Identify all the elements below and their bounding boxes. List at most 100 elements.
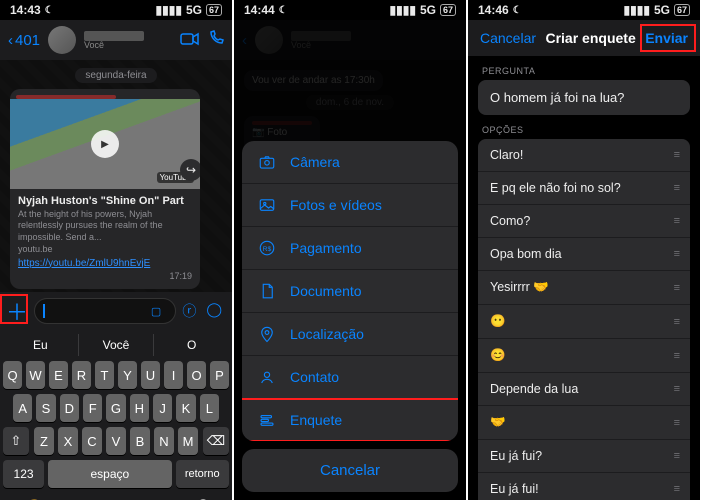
link-url[interactable]: https://youtu.be/ZmlU9hnEvjE	[18, 258, 192, 269]
drag-handle-icon[interactable]: ≡	[674, 215, 678, 227]
suggestion[interactable]: O	[154, 334, 229, 356]
numeric-key[interactable]: 123	[3, 460, 44, 488]
return-key[interactable]: retorno	[176, 460, 229, 488]
key-x[interactable]: X	[58, 427, 78, 455]
poll-option-row[interactable]: 🤝≡	[478, 406, 690, 440]
sheet-cancel-button[interactable]: Cancelar	[242, 449, 458, 492]
video-call-icon[interactable]	[180, 30, 200, 51]
suggestion[interactable]: Você	[79, 334, 155, 356]
battery-indicator: 67	[206, 4, 222, 16]
sheet-location[interactable]: Localização	[242, 313, 458, 356]
drag-handle-icon[interactable]: ≡	[674, 450, 678, 462]
cancel-button[interactable]: Cancelar	[480, 30, 536, 46]
send-button[interactable]: Enviar	[645, 30, 688, 46]
poll-option-row[interactable]: Yesirrrr 🤝≡	[478, 271, 690, 305]
video-thumbnail[interactable]: ▶ YouTube ↪	[10, 99, 200, 189]
avatar[interactable]	[48, 26, 76, 54]
drag-handle-icon[interactable]: ≡	[674, 248, 678, 260]
key-b[interactable]: B	[130, 427, 150, 455]
poll-option-row[interactable]: Depende da lua≡	[478, 373, 690, 406]
forward-icon[interactable]: ↪	[180, 159, 200, 181]
drag-handle-icon[interactable]: ≡	[674, 282, 678, 294]
chevron-left-icon: ‹	[8, 32, 13, 49]
key-n[interactable]: N	[154, 427, 174, 455]
drag-handle-icon[interactable]: ≡	[674, 383, 678, 395]
poll-option-row[interactable]: Claro!≡	[478, 139, 690, 172]
drag-handle-icon[interactable]: ≡	[674, 182, 678, 194]
key-u[interactable]: U	[141, 361, 160, 389]
message-text-input[interactable]: ▢	[34, 298, 176, 324]
ios-keyboard[interactable]: Eu Você O QWERTYUIOP ASDFGHJKL ⇧ ZXCVBNM…	[0, 330, 232, 500]
key-h[interactable]: H	[130, 394, 149, 422]
signal-bars-icon: ▮▮▮▮	[156, 3, 182, 17]
poll-option-text: 😊	[490, 348, 506, 363]
sheet-poll[interactable]: Enquete	[242, 399, 458, 441]
drag-handle-icon[interactable]: ≡	[674, 316, 678, 328]
key-l[interactable]: L	[200, 394, 219, 422]
key-z[interactable]: Z	[34, 427, 54, 455]
link-message-bubble[interactable]: ▶ YouTube ↪ Nyjah Huston's "Shine On" Pa…	[10, 89, 200, 289]
back-button[interactable]: ‹ 401	[8, 32, 40, 49]
sheet-camera[interactable]: Câmera	[242, 141, 458, 184]
key-q[interactable]: Q	[3, 361, 22, 389]
signal-bars-icon: ▮▮▮▮	[390, 3, 416, 17]
payment-rs-icon[interactable]: ⓡ	[182, 301, 196, 321]
key-g[interactable]: G	[106, 394, 125, 422]
key-e[interactable]: E	[49, 361, 68, 389]
poll-option-row[interactable]: Como? ≡	[478, 205, 690, 238]
drag-handle-icon[interactable]: ≡	[674, 350, 678, 362]
key-d[interactable]: D	[60, 394, 79, 422]
poll-question-input[interactable]: O homem já foi na lua?	[478, 80, 690, 115]
sticker-icon[interactable]: ▢	[151, 305, 161, 318]
key-r[interactable]: R	[72, 361, 91, 389]
poll-option-row[interactable]: 😊≡	[478, 339, 690, 373]
sheet-photos[interactable]: Fotos e vídeos	[242, 184, 458, 227]
voice-call-icon[interactable]	[208, 30, 224, 51]
poll-option-row[interactable]: Eu já fui!≡	[478, 473, 690, 500]
suggestion-row: Eu Você O	[3, 334, 229, 356]
suggestion[interactable]: Eu	[3, 334, 79, 356]
camera-icon[interactable]: ◯	[206, 301, 222, 321]
poll-option-row[interactable]: 😶≡	[478, 305, 690, 339]
key-k[interactable]: K	[176, 394, 195, 422]
poll-option-text: Opa bom dia	[490, 247, 562, 261]
drag-handle-icon[interactable]: ≡	[674, 483, 678, 495]
poll-option-text: Como?	[490, 214, 530, 228]
key-row-4: 123 espaço retorno	[3, 460, 229, 488]
key-y[interactable]: Y	[118, 361, 137, 389]
poll-option-row[interactable]: Eu já fui?≡	[478, 440, 690, 473]
sheet-contact[interactable]: Contato	[242, 356, 458, 399]
key-w[interactable]: W	[26, 361, 45, 389]
sheet-payment[interactable]: R$ Pagamento	[242, 227, 458, 270]
key-v[interactable]: V	[106, 427, 126, 455]
key-t[interactable]: T	[95, 361, 114, 389]
key-a[interactable]: A	[13, 394, 32, 422]
key-i[interactable]: I	[164, 361, 183, 389]
poll-option-text: 😶	[490, 314, 506, 329]
key-j[interactable]: J	[153, 394, 172, 422]
poll-option-row[interactable]: Opa bom dia ≡	[478, 238, 690, 271]
space-key[interactable]: espaço	[48, 460, 171, 488]
drag-handle-icon[interactable]: ≡	[674, 417, 678, 429]
attach-plus-icon[interactable]: ＋	[6, 300, 28, 322]
key-row-2: ASDFGHJKL	[3, 394, 229, 422]
chat-body[interactable]: segunda-feira ▶ YouTube ↪ Nyjah Huston's…	[0, 60, 232, 292]
key-f[interactable]: F	[83, 394, 102, 422]
poll-option-text: E pq ele não foi no sol?	[490, 181, 621, 195]
poll-option-row[interactable]: E pq ele não foi no sol? ≡	[478, 172, 690, 205]
contact-name-block[interactable]: Você	[84, 31, 172, 50]
key-p[interactable]: P	[210, 361, 229, 389]
drag-handle-icon[interactable]: ≡	[674, 149, 678, 161]
play-icon[interactable]: ▶	[91, 130, 119, 158]
backspace-key[interactable]: ⌫	[203, 427, 229, 455]
network-label: 5G	[186, 3, 202, 17]
sheet-document[interactable]: Documento	[242, 270, 458, 313]
key-m[interactable]: M	[178, 427, 198, 455]
key-c[interactable]: C	[82, 427, 102, 455]
key-row-3: ⇧ ZXCVBNM ⌫	[3, 427, 229, 455]
key-o[interactable]: O	[187, 361, 206, 389]
battery-indicator: 67	[440, 4, 456, 16]
key-s[interactable]: S	[36, 394, 55, 422]
contact-subtitle: Você	[84, 41, 172, 50]
shift-key[interactable]: ⇧	[3, 427, 29, 455]
